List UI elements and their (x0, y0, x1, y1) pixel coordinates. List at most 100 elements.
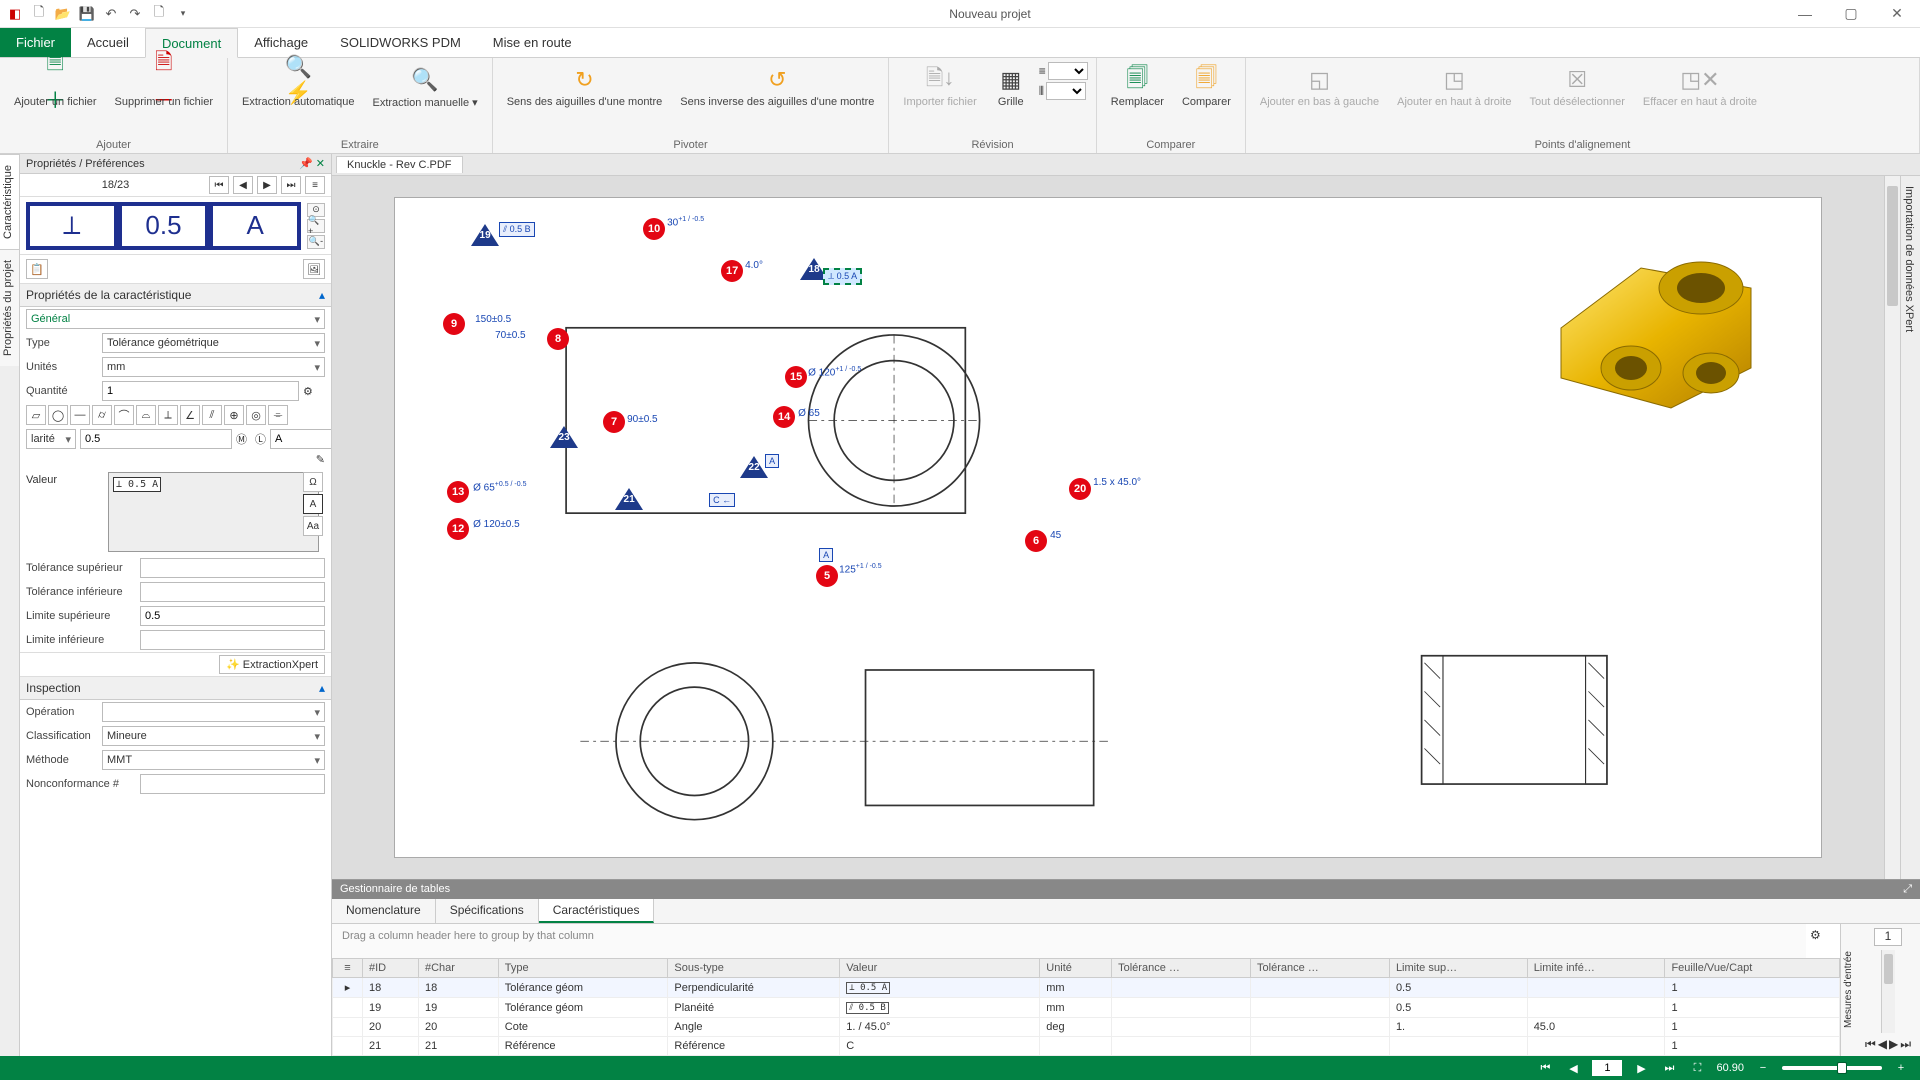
gdt-concentric-icon[interactable]: ◎ (246, 405, 266, 425)
new-icon[interactable]: 🗋 (30, 5, 48, 23)
char-tool-2[interactable]: 🖼 (303, 259, 325, 279)
print-icon[interactable]: 🗋 (150, 5, 168, 23)
viewer-scrollbar[interactable] (1884, 176, 1900, 879)
col-valeur[interactable]: Valeur (840, 959, 1040, 978)
deselect-button[interactable]: ☒Tout désélectionner (1523, 62, 1630, 112)
status-first-button[interactable]: ⏮ (1536, 1059, 1554, 1077)
balloon-13[interactable]: 13 (447, 481, 469, 503)
replace-button[interactable]: 🗐Remplacer (1105, 62, 1170, 112)
col-type[interactable]: Type (498, 959, 668, 978)
measures-tab[interactable]: Mesures d'entrée (1841, 924, 1856, 1056)
redo-icon[interactable]: ↷ (126, 5, 144, 23)
measures-last[interactable]: ⏭ (1900, 1037, 1911, 1052)
collapse-icon[interactable]: ▴ (319, 288, 325, 302)
fcf-19[interactable]: ⫽ 0.5 B (499, 222, 535, 237)
nav-first-button[interactable]: ⏮ (209, 176, 229, 194)
clarity-dropdown[interactable]: larité (26, 429, 76, 449)
pin-icon[interactable]: 📌 ✕ (299, 157, 325, 170)
minimize-button[interactable]: — (1782, 0, 1828, 28)
balloon-7[interactable]: 7 (603, 411, 625, 433)
tab-mise-en-route[interactable]: Mise en route (477, 28, 588, 57)
tm-expand-icon[interactable]: ⤢ (1903, 883, 1912, 896)
tab-pdm[interactable]: SOLIDWORKS PDM (324, 28, 477, 57)
col-feuille[interactable]: Feuille/Vue/Capt (1665, 959, 1840, 978)
zoom-out-button[interactable]: − (1754, 1059, 1772, 1077)
measures-prev[interactable]: ◀ (1878, 1037, 1887, 1052)
col-limsup[interactable]: Limite sup… (1389, 959, 1527, 978)
value-box[interactable]: ⟂ 0.5 A (108, 472, 319, 552)
zoom-in-button[interactable]: + (1892, 1059, 1910, 1077)
tab-accueil[interactable]: Accueil (71, 28, 145, 57)
gdt-position-icon[interactable]: ⊕ (224, 405, 244, 425)
gdt-flatness-icon[interactable]: ⏥ (26, 405, 46, 425)
gdt-profile-surface-icon[interactable]: ⌓ (136, 405, 156, 425)
grid-settings-button[interactable]: ⚙ (1810, 928, 1836, 954)
gdt-profile-line-icon[interactable]: ⌒ (114, 405, 134, 425)
clear-tr-button[interactable]: ◳✕Effacer en haut à droite (1637, 62, 1763, 112)
manual-extract-button[interactable]: 🔍Extraction manuelle ▾ (367, 62, 484, 113)
status-prev-button[interactable]: ◀ (1564, 1059, 1582, 1077)
nav-last-button[interactable]: ⏭ (281, 176, 301, 194)
status-last-button[interactable]: ⏭ (1660, 1059, 1678, 1077)
side-tab-characteristic[interactable]: Caractéristique (0, 154, 19, 249)
compare-button[interactable]: 🗐Comparer (1176, 62, 1237, 112)
zoom-in-icon[interactable]: 🔍+ (307, 219, 325, 233)
tm-tab-nomenclature[interactable]: Nomenclature (332, 899, 436, 923)
type-dropdown[interactable]: Tolérance géométrique (102, 333, 325, 353)
balloon-6[interactable]: 6 (1025, 530, 1047, 552)
tm-tab-specifications[interactable]: Spécifications (436, 899, 539, 923)
font-icon[interactable]: Aa (303, 516, 323, 536)
tab-affichage[interactable]: Affichage (238, 28, 324, 57)
tol-inf-input[interactable] (140, 582, 325, 602)
classification-dropdown[interactable]: Mineure (102, 726, 325, 746)
col-unite[interactable]: Unité (1040, 959, 1112, 978)
col-char[interactable]: #Char (418, 959, 498, 978)
side-tab-project-properties[interactable]: Propriétés du projet (0, 249, 19, 366)
undo-icon[interactable]: ↶ (102, 5, 120, 23)
drawing-viewer[interactable]: 9 8 7 10 17 15 14 13 12 5 6 20 19 18 23 (332, 176, 1884, 879)
open-icon[interactable]: 📂 (54, 5, 72, 23)
nonconf-input[interactable] (140, 774, 325, 794)
table-row[interactable]: 2020 CoteAngle 1. / 45.0° deg 1.45.01 (333, 1018, 1840, 1037)
gdt-cylindricity-icon[interactable]: ⌭ (92, 405, 112, 425)
nav-list-button[interactable]: ≡ (305, 176, 325, 194)
gdt-angularity-icon[interactable]: ∠ (180, 405, 200, 425)
status-next-button[interactable]: ▶ (1632, 1059, 1650, 1077)
status-fit-button[interactable]: ⛶ (1688, 1059, 1706, 1077)
status-page-input[interactable] (1592, 1060, 1622, 1076)
collapse-inspection-icon[interactable]: ▴ (319, 681, 325, 695)
qty-input[interactable] (102, 381, 299, 401)
save-icon[interactable]: 💾 (78, 5, 96, 23)
qat-dropdown-icon[interactable]: ▾ (174, 5, 192, 23)
gdt-parallel-icon[interactable]: ⫽ (202, 405, 222, 425)
units-dropdown[interactable]: mm (102, 357, 325, 377)
rotate-cw-button[interactable]: ↻Sens des aiguilles d'une montre (501, 62, 669, 112)
balloon-12[interactable]: 12 (447, 518, 469, 540)
rotate-ccw-button[interactable]: ↺Sens inverse des aiguilles d'une montre (674, 62, 880, 112)
maximize-button[interactable]: ▢ (1828, 0, 1874, 28)
balloon-14[interactable]: 14 (773, 406, 795, 428)
balloon-5[interactable]: 5 (816, 565, 838, 587)
col-liminf[interactable]: Limite infé… (1527, 959, 1665, 978)
tm-tab-characteristics[interactable]: Caractéristiques (539, 899, 655, 923)
document-tab[interactable]: Knuckle - Rev C.PDF (336, 156, 463, 173)
modifier-1-button[interactable]: Ⓜ (236, 431, 247, 447)
col-sous-type[interactable]: Sous-type (668, 959, 840, 978)
close-button[interactable]: ✕ (1874, 0, 1920, 28)
lim-inf-input[interactable] (140, 630, 325, 650)
zoom-out-icon[interactable]: 🔍- (307, 235, 325, 249)
grid-button[interactable]: ▦Grille (989, 62, 1033, 112)
nav-prev-button[interactable]: ◀ (233, 176, 253, 194)
general-dropdown[interactable]: Général (26, 309, 325, 329)
col-id[interactable]: #ID (363, 959, 419, 978)
modifier-2-button[interactable]: Ⓛ (255, 431, 266, 447)
fcf-18-selected[interactable]: ⟂ 0.5 A (823, 268, 862, 285)
remove-file-button[interactable]: 🗎－Supprimer un fichier (109, 62, 219, 112)
balloon-8[interactable]: 8 (547, 328, 569, 350)
operation-dropdown[interactable] (102, 702, 325, 722)
extraction-xpert-button[interactable]: ✨ExtractionXpert (219, 655, 325, 674)
xpert-import-tab[interactable]: Importation de données XPert (1901, 176, 1917, 342)
omega-icon[interactable]: Ω (303, 472, 323, 492)
auto-extract-button[interactable]: 🔍⚡Extraction automatique (236, 62, 361, 112)
edit-fcf-button[interactable]: ✎ (316, 453, 325, 466)
